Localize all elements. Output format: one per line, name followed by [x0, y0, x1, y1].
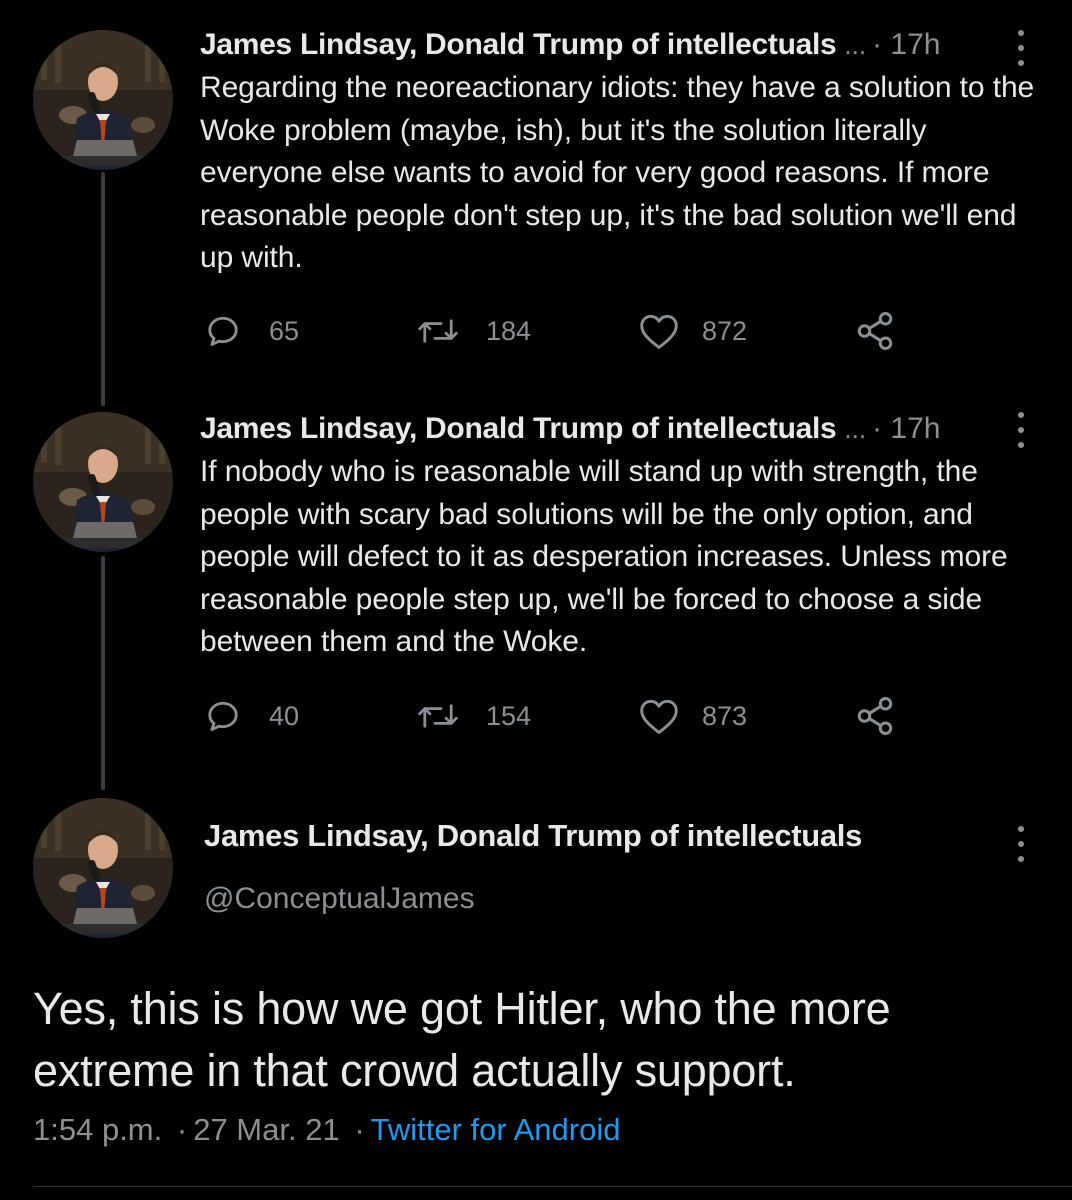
meta-separator: · — [176, 1112, 188, 1147]
tweet-timestamp[interactable]: · 17h — [872, 412, 940, 446]
retweet-button[interactable]: 184 — [416, 309, 531, 353]
more-options-button[interactable] — [1009, 26, 1033, 70]
heart-icon — [640, 699, 678, 734]
retweet-count: 154 — [486, 700, 532, 731]
author-name[interactable]: James Lindsay, Donald Trump of intellect… — [204, 818, 862, 854]
thread-connector-line — [101, 556, 105, 790]
retweet-count: 184 — [486, 315, 532, 346]
tweet-metadata: 1:54 p.m. · 27 Mar. 21 · Twitter for Andro… — [33, 1112, 620, 1148]
retweet-icon — [418, 704, 458, 728]
reply-button[interactable]: 40 — [205, 694, 299, 738]
reply-icon — [208, 701, 238, 731]
profile-photo — [33, 30, 173, 170]
share-icon — [857, 697, 893, 735]
divider — [33, 1186, 1072, 1187]
more-vertical-icon — [1018, 412, 1024, 418]
author-name[interactable]: James Lindsay, Donald Trump of intellect… — [200, 28, 837, 62]
avatar[interactable] — [33, 30, 173, 170]
retweet-icon — [418, 319, 458, 343]
avatar[interactable] — [33, 798, 173, 938]
like-button[interactable]: 873 — [638, 694, 747, 738]
reply-count: 40 — [269, 700, 300, 731]
reply-button[interactable]: 65 — [205, 309, 299, 353]
author-name[interactable]: James Lindsay, Donald Trump of intellect… — [200, 412, 837, 446]
more-vertical-icon — [1018, 30, 1024, 36]
tweet-text: Regarding the neoreactionary idiots: the… — [200, 71, 1035, 274]
tweet-date[interactable]: 27 Mar. 21 — [193, 1112, 339, 1147]
tweet-header: James Lindsay, Donald Trump of intellect… — [200, 409, 990, 449]
tweet-header: James Lindsay, Donald Trump of intellect… — [200, 25, 990, 65]
like-count: 873 — [702, 700, 748, 731]
more-options-button[interactable] — [1009, 408, 1033, 452]
tweet-timestamp[interactable]: · 17h — [872, 28, 940, 62]
meta-separator: · — [354, 1112, 365, 1147]
main-tweet-text: Yes, this is how we got Hitler, who the … — [33, 983, 891, 1096]
name-truncation-ellipsis: ... — [844, 29, 867, 60]
retweet-button[interactable]: 154 — [416, 694, 531, 738]
tweet-text: If nobody who is reasonable will stand u… — [200, 455, 1008, 658]
avatar[interactable] — [33, 412, 173, 552]
more-vertical-icon — [1018, 826, 1024, 832]
profile-photo — [33, 412, 173, 552]
tweet-actions: 65 184 872 — [200, 309, 920, 353]
reply-icon — [208, 316, 238, 346]
more-options-button[interactable] — [1009, 822, 1033, 866]
like-button[interactable]: 872 — [638, 309, 747, 353]
like-count: 872 — [702, 315, 748, 346]
tweet-actions: 40 154 873 — [200, 694, 920, 738]
share-button[interactable] — [854, 694, 896, 738]
profile-photo — [33, 798, 173, 938]
name-truncation-ellipsis: ... — [844, 413, 867, 444]
share-button[interactable] — [854, 309, 896, 353]
thread-connector-line — [101, 172, 105, 406]
reply-count: 65 — [269, 315, 300, 346]
tweet-time[interactable]: 1:54 p.m. — [33, 1112, 162, 1147]
share-icon — [857, 312, 893, 350]
heart-icon — [640, 314, 678, 349]
author-handle[interactable]: @ConceptualJames — [204, 882, 475, 916]
tweet-source-link[interactable]: Twitter for Android — [371, 1112, 621, 1147]
